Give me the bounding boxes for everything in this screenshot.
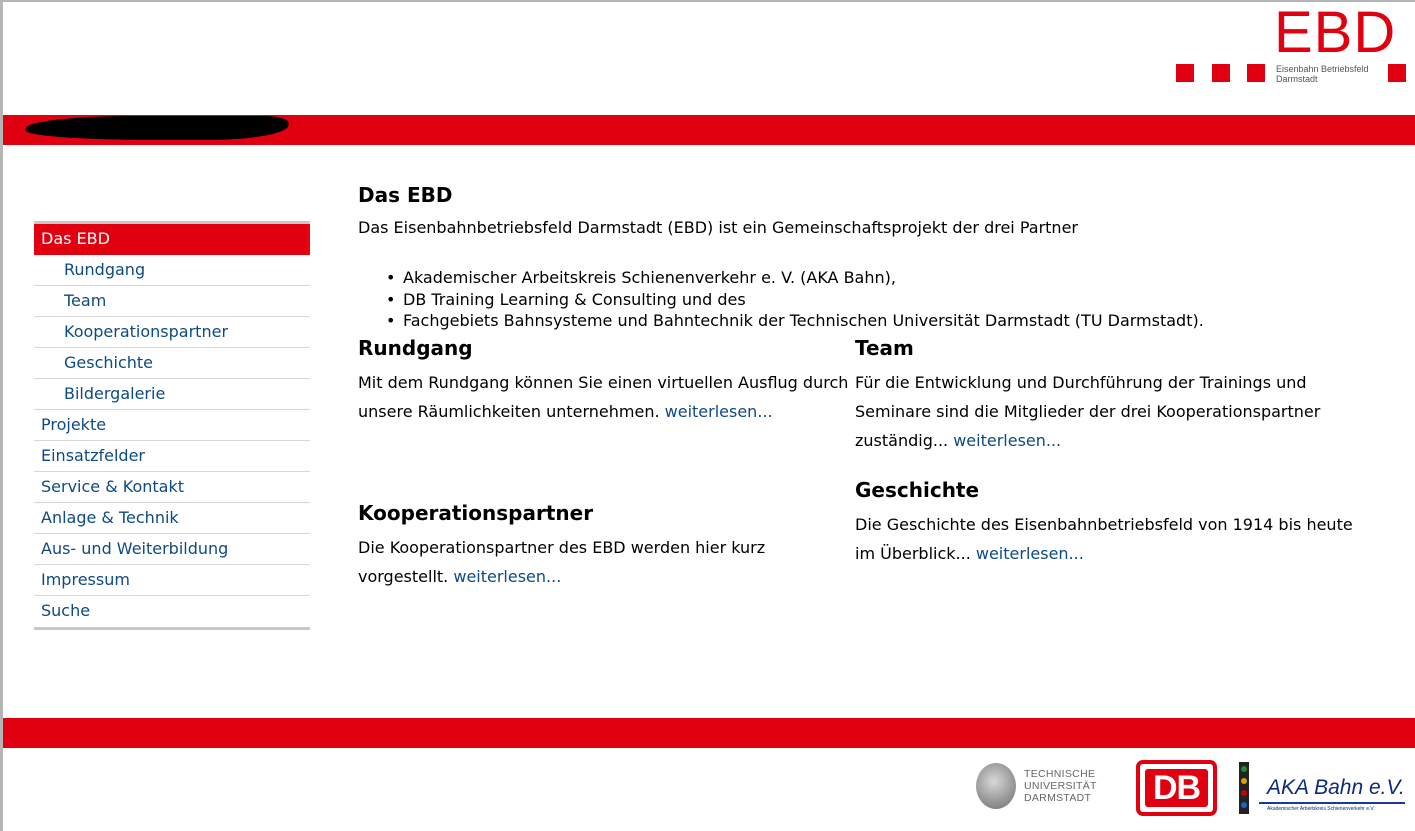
redacted-area [24, 116, 290, 140]
aka-logo-text: AKA Bahn e.V. [1267, 776, 1405, 799]
db-logo-text: DB [1145, 769, 1208, 807]
tu-seal-icon [976, 763, 1016, 809]
sidebar-item-bildergalerie[interactable]: Bildergalerie [34, 379, 310, 410]
tu-darmstadt-logo[interactable]: TECHNISCHE UNIVERSITÄT DARMSTADT [976, 763, 1101, 811]
read-more-link-kooperationspartner[interactable]: weiterlesen... [453, 567, 561, 586]
read-more-link-team[interactable]: weiterlesen... [953, 431, 1061, 450]
sidebar-item-anlage-technik[interactable]: Anlage & Technik [34, 503, 310, 534]
sidebar-item-impressum[interactable]: Impressum [34, 565, 310, 596]
logo-subtitle: Eisenbahn Betriebsfeld Darmstadt [1276, 64, 1369, 84]
logo-square [1388, 64, 1406, 82]
list-item: Fachgebiets Bahnsysteme und Bahntechnik … [386, 310, 1204, 332]
aka-bahn-logo[interactable]: AKA Bahn e.V. Akademischer Arbeitskreis … [1237, 762, 1407, 817]
sidebar-item-das-ebd[interactable]: Das EBD [34, 224, 310, 255]
footer-red-bar [3, 718, 1415, 748]
section-text-rundgang: Mit dem Rundgang können Sie einen virtue… [358, 373, 849, 421]
sidebar-item-einsatzfelder[interactable]: Einsatzfelder [34, 441, 310, 472]
sidebar-nav: Das EBD Rundgang Team Kooperationspartner Ge… [34, 221, 310, 630]
list-item: Akademischer Arbeitskreis Schienenverkeh… [386, 267, 1204, 289]
signal-icon [1239, 762, 1249, 814]
page-title: Das EBD [358, 183, 453, 207]
sidebar-item-geschichte[interactable]: Geschichte [34, 348, 310, 379]
logo-square [1176, 64, 1194, 82]
sidebar-item-rundgang[interactable]: Rundgang [34, 255, 310, 286]
logo-square [1247, 64, 1265, 82]
intro-text: Das Eisenbahnbetriebsfeld Darmstadt (EBD… [358, 218, 1078, 237]
tu-logo-text: TECHNISCHE UNIVERSITÄT DARMSTADT [1024, 768, 1097, 804]
sidebar-item-projekte[interactable]: Projekte [34, 410, 310, 441]
partner-list: Akademischer Arbeitskreis Schienenverkeh… [386, 267, 1204, 332]
track-line [1259, 802, 1405, 804]
section-title-team: Team [855, 336, 914, 360]
section-text-geschichte: Die Geschichte des Eisenbahnbetriebsfeld… [855, 515, 1353, 563]
list-item: DB Training Learning & Consulting und de… [386, 289, 1204, 311]
read-more-link-rundgang[interactable]: weiterlesen... [665, 402, 773, 421]
section-title-geschichte: Geschichte [855, 478, 980, 502]
logo-letters: EBD [1274, 0, 1397, 65]
section-text-team: Für die Entwicklung und Durchführung der… [855, 373, 1321, 450]
sidebar-item-service-kontakt[interactable]: Service & Kontakt [34, 472, 310, 503]
read-more-link-geschichte[interactable]: weiterlesen... [976, 544, 1084, 563]
section-text-kooperationspartner: Die Kooperationspartner des EBD werden h… [358, 538, 766, 586]
logo-square [1212, 64, 1230, 82]
sidebar-item-suche[interactable]: Suche [34, 596, 310, 627]
db-logo[interactable]: DB [1136, 760, 1217, 816]
sidebar-item-kooperationspartner[interactable]: Kooperationspartner [34, 317, 310, 348]
section-title-rundgang: Rundgang [358, 336, 473, 360]
aka-logo-subtitle: Akademischer Arbeitskreis Schienenverkeh… [1267, 806, 1375, 812]
ebd-logo[interactable]: EBD Eisenbahn Betriebsfeld Darmstadt [1176, 2, 1406, 88]
sidebar-item-team[interactable]: Team [34, 286, 310, 317]
section-title-kooperationspartner: Kooperationspartner [358, 501, 594, 525]
sidebar-item-aus-und-weiterbildung[interactable]: Aus- und Weiterbildung [34, 534, 310, 565]
